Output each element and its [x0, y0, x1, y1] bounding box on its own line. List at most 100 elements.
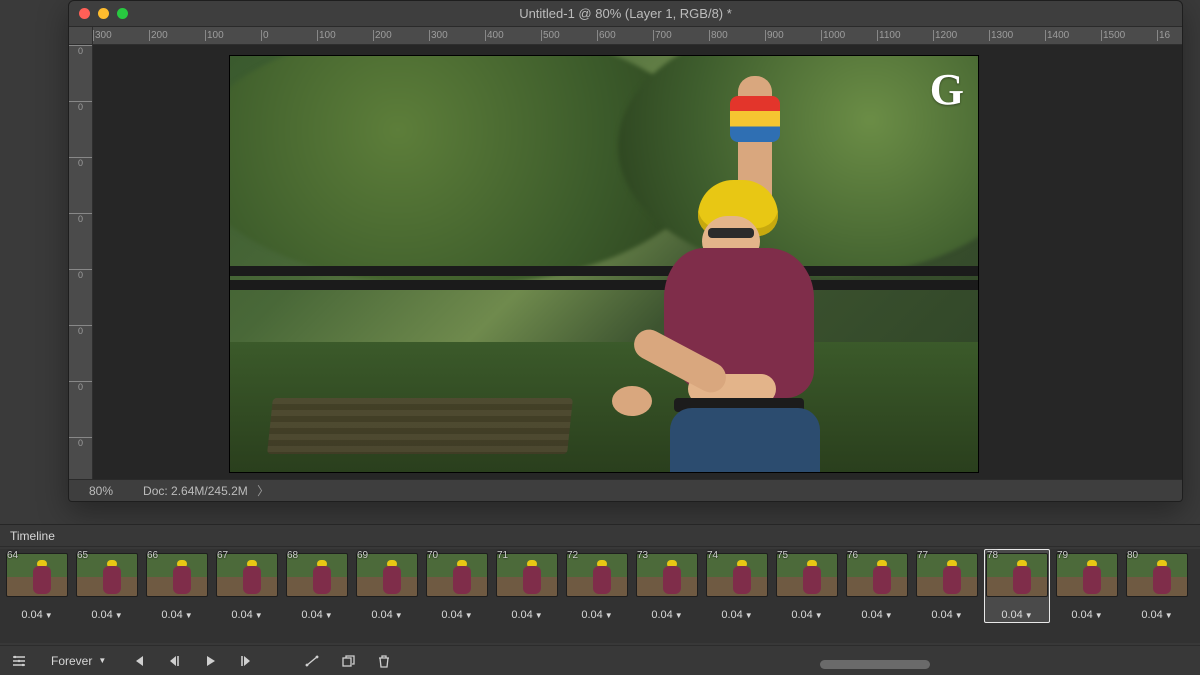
frame-delay[interactable]: 0.04▼ — [1071, 609, 1102, 621]
frame-delay[interactable]: 0.04▼ — [861, 609, 892, 621]
next-frame-button[interactable] — [235, 650, 257, 672]
timeline-header[interactable]: Timeline — [0, 525, 1200, 547]
frame-number: 65 — [77, 550, 88, 561]
timeline-frame[interactable]: 66 0.04▼ — [144, 549, 210, 623]
timeline-frame[interactable]: 690.04▼ — [354, 549, 420, 623]
frame-delay[interactable]: 0.04▼ — [581, 609, 612, 621]
frame-delay[interactable]: 0.04▼ — [161, 609, 192, 621]
ruler-tick: 300 — [93, 30, 149, 41]
ruler-horizontal[interactable]: 3002001000100200300400500600700800900100… — [93, 27, 1182, 45]
frame-delay[interactable]: 0.04▼ — [931, 609, 962, 621]
frame-number: 66 — [147, 550, 158, 561]
timeline-frame[interactable]: 75 0.04▼ — [774, 549, 840, 623]
frame-delay[interactable]: 0.04▼ — [1001, 609, 1032, 621]
prev-frame-button[interactable] — [163, 650, 185, 672]
timeline-title: Timeline — [10, 529, 55, 543]
chevron-down-icon: ▼ — [1095, 611, 1103, 620]
ruler-tick: 400 — [485, 30, 541, 41]
ruler-tick: 16 — [1157, 30, 1182, 41]
frame-number: 78 — [987, 550, 998, 561]
doc-size-label[interactable]: Doc: 2.64M/245.2M 〉 — [143, 482, 269, 499]
duplicate-frame-button[interactable] — [337, 650, 359, 672]
frame-number: 79 — [1057, 550, 1068, 561]
ruler-tick: 500 — [541, 30, 597, 41]
ruler-tick: 1200 — [933, 30, 989, 41]
frame-delay[interactable]: 0.04▼ — [231, 609, 262, 621]
canvas-content[interactable]: G — [229, 55, 979, 473]
frame-delay[interactable]: 0.04▼ — [651, 609, 682, 621]
timeline-frame[interactable]: 79 0.04▼ — [1054, 549, 1120, 623]
frame-number: 67 — [217, 550, 228, 561]
frame-strip[interactable]: 640.04▼650.04▼660.04▼670.04▼680.04▼690.0… — [0, 549, 1200, 643]
timeline-frame[interactable]: 80 0.04▼ — [1124, 549, 1190, 623]
timeline-frame[interactable]: 64 0.04▼ — [4, 549, 70, 623]
timeline-frame[interactable]: 730.04▼ — [634, 549, 700, 623]
image-subject — [590, 116, 850, 473]
chevron-down-icon: ▼ — [605, 611, 613, 620]
chevron-down-icon: ▼ — [115, 611, 123, 620]
timeline-frame[interactable]: 770.04▼ — [914, 549, 980, 623]
timeline-scrollbar-thumb[interactable] — [820, 660, 930, 669]
timeline-frame[interactable]: 710.04▼ — [494, 549, 560, 623]
frame-number: 75 — [777, 550, 788, 561]
ruler-tick: 800 — [709, 30, 765, 41]
options-icon — [12, 654, 26, 668]
first-frame-icon — [131, 654, 145, 668]
ruler-tick: 200 — [149, 30, 205, 41]
ruler-tick: 0 — [69, 45, 92, 101]
chevron-down-icon: ▼ — [1025, 611, 1033, 620]
chevron-down-icon: ▼ — [535, 611, 543, 620]
frame-delay[interactable]: 0.04▼ — [301, 609, 332, 621]
frame-delay[interactable]: 0.04▼ — [1141, 609, 1172, 621]
frame-delay[interactable]: 0.04▼ — [21, 609, 52, 621]
chevron-down-icon: ▼ — [255, 611, 263, 620]
frame-delay[interactable]: 0.04▼ — [91, 609, 122, 621]
zoom-icon[interactable] — [117, 8, 128, 19]
timeline-frame[interactable]: 700.04▼ — [424, 549, 490, 623]
timeline-frame[interactable]: 78 0.04▼ — [984, 549, 1050, 623]
chevron-down-icon: ▼ — [955, 611, 963, 620]
window-title: Untitled-1 @ 80% (Layer 1, RGB/8) * — [69, 6, 1182, 21]
first-frame-button[interactable] — [127, 650, 149, 672]
ruler-tick: 0 — [69, 101, 92, 157]
timeline-options-button[interactable] — [8, 650, 30, 672]
window-titlebar[interactable]: Untitled-1 @ 80% (Layer 1, RGB/8) * — [69, 1, 1182, 27]
ruler-tick: 200 — [373, 30, 429, 41]
ruler-tick: 0 — [261, 30, 317, 41]
ruler-tick: 100 — [205, 30, 261, 41]
timeline-frame[interactable]: 760.04▼ — [844, 549, 910, 623]
frame-number: 64 — [7, 550, 18, 561]
canvas-area[interactable]: G — [93, 45, 1182, 479]
ruler-origin[interactable] — [69, 27, 93, 45]
timeline-frame[interactable]: 67 0.04▼ — [214, 549, 280, 623]
frame-delay[interactable]: 0.04▼ — [371, 609, 402, 621]
document-window: Untitled-1 @ 80% (Layer 1, RGB/8) * 3002… — [68, 0, 1183, 502]
frame-delay[interactable]: 0.04▼ — [721, 609, 752, 621]
timeline-frame[interactable]: 72 0.04▼ — [564, 549, 630, 623]
timeline-frame[interactable]: 68 0.04▼ — [284, 549, 350, 623]
frame-delay[interactable]: 0.04▼ — [511, 609, 542, 621]
ruler-tick: 0 — [69, 437, 92, 479]
timeline-frame[interactable]: 740.04▼ — [704, 549, 770, 623]
zoom-level[interactable]: 80% — [89, 484, 113, 498]
delete-frame-button[interactable] — [373, 650, 395, 672]
minimize-icon[interactable] — [98, 8, 109, 19]
frame-number: 80 — [1127, 550, 1138, 561]
close-icon[interactable] — [79, 8, 90, 19]
ruler-tick: 0 — [69, 157, 92, 213]
ruler-tick: 1100 — [877, 30, 933, 41]
frame-delay[interactable]: 0.04▼ — [791, 609, 822, 621]
frame-number: 72 — [567, 550, 578, 561]
frame-number: 68 — [287, 550, 298, 561]
prev-frame-icon — [167, 654, 181, 668]
loop-selector[interactable]: Forever ▼ — [44, 651, 113, 671]
timeline-frame[interactable]: 65 0.04▼ — [74, 549, 140, 623]
document-status-bar: 80% Doc: 2.64M/245.2M 〉 — [69, 479, 1182, 501]
frame-delay[interactable]: 0.04▼ — [441, 609, 472, 621]
ruler-tick: 700 — [653, 30, 709, 41]
chevron-down-icon: ▼ — [885, 611, 893, 620]
chevron-down-icon: ▼ — [45, 611, 53, 620]
tween-button[interactable] — [301, 650, 323, 672]
play-button[interactable] — [199, 650, 221, 672]
ruler-vertical[interactable]: 00000000 — [69, 45, 93, 479]
